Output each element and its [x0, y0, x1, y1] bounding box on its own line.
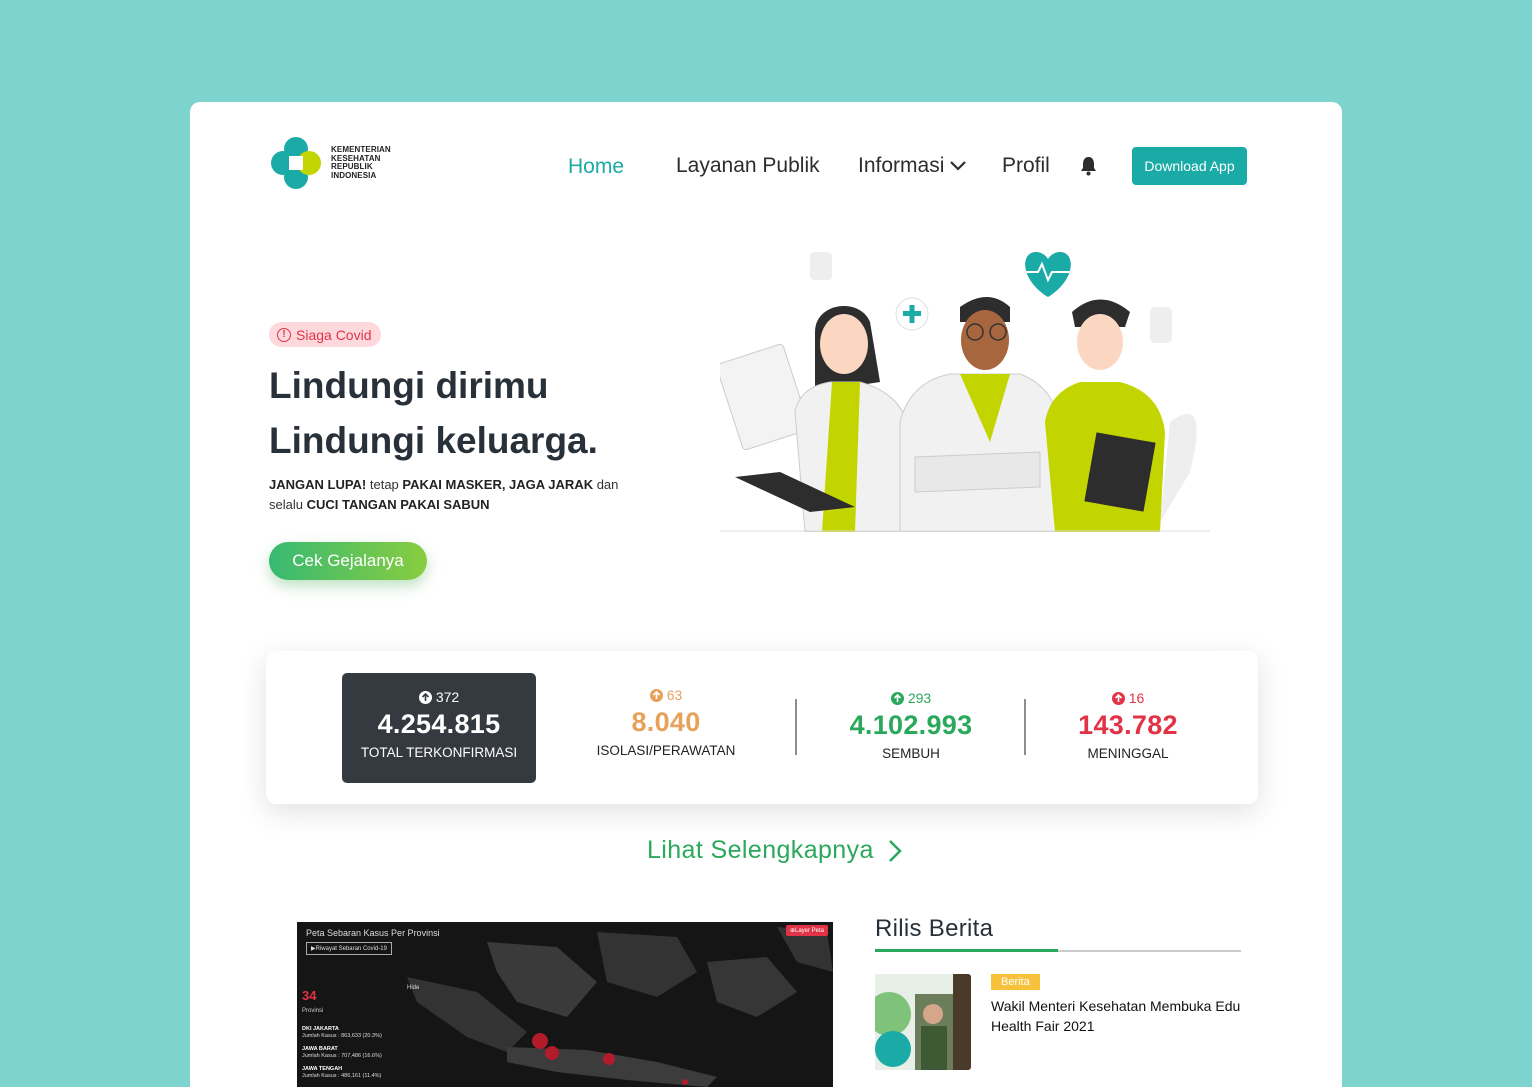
hero-title-line2: Lindungi keluarga.: [269, 420, 598, 461]
info-icon: !: [277, 327, 291, 342]
province-count: 34: [302, 988, 317, 1003]
arrow-up-icon: [1111, 691, 1125, 705]
layer-peta-button[interactable]: ⊕Layer Peta: [785, 925, 828, 936]
nav-informasi-label: Informasi: [858, 154, 945, 177]
stat-label: ISOLASI/PERAWATAN: [596, 743, 736, 758]
stat-divider: [795, 699, 797, 755]
stat-delta: 372: [342, 689, 536, 705]
stat-delta-value: 16: [1128, 690, 1145, 706]
province-name: JAWA TENGAH: [302, 1066, 343, 1072]
stat-meninggal: 16 143.782 MENINGGAL: [1058, 690, 1198, 761]
stat-delta: 293: [830, 690, 992, 706]
map-hide-toggle[interactable]: Hide: [407, 985, 419, 991]
arrow-up-icon: [418, 690, 432, 704]
stat-total-terkonfirmasi: 372 4.254.815 TOTAL TERKONFIRMASI: [342, 673, 536, 783]
hero-sub-bold: JANGAN LUPA!: [269, 477, 367, 492]
stat-value: 143.782: [1078, 710, 1178, 740]
stat-value: 4.102.993: [849, 710, 973, 740]
badge-label: Siaga Covid: [296, 326, 372, 343]
stat-value: 4.254.815: [377, 709, 501, 739]
stat-isolasi-perawatan: 63 8.040 ISOLASI/PERAWATAN: [576, 687, 756, 758]
covid-map[interactable]: Peta Sebaran Kasus Per Provinsi ▶Riwayat…: [297, 922, 833, 1087]
chevron-down-icon: [950, 161, 967, 171]
kemenkes-logo-icon: [271, 137, 321, 189]
province-label: Provinsi: [302, 1008, 324, 1014]
lihat-selengkapnya-label: Lihat Selengkapnya: [647, 836, 874, 864]
news-category-badge: Berita: [991, 974, 1040, 990]
hero-title-line1: Lindungi dirimu: [269, 365, 549, 406]
hero-sub-text: tetap: [366, 477, 403, 492]
news-headline-link[interactable]: Wakil Menteri Kesehatan Membuka Edu Heal…: [991, 996, 1247, 1036]
nav-profil[interactable]: Profil: [1002, 154, 1050, 178]
stat-delta-value: 293: [907, 690, 932, 706]
siaga-covid-badge: ! Siaga Covid: [269, 322, 381, 347]
province-cases: Jumlah Kasus : 486,161 (11.4%): [302, 1073, 382, 1079]
stat-sembuh: 293 4.102.993 SEMBUH: [830, 690, 992, 761]
province-name: JAWA BARAT: [302, 1046, 338, 1052]
hero-title: Lindungi dirimu Lindungi keluarga.: [269, 358, 598, 468]
nav-informasi[interactable]: Informasi: [858, 154, 967, 178]
province-name: DKI JAKARTA: [302, 1026, 339, 1032]
province-cases: Jumlah Kasus : 863,633 (20.3%): [302, 1033, 382, 1039]
stat-delta: 63: [576, 687, 756, 703]
chevron-right-icon: [888, 839, 902, 862]
doctors-illustration: [720, 252, 1210, 532]
arrow-up-icon: [890, 691, 904, 705]
nav-home[interactable]: Home: [568, 155, 624, 179]
stat-divider: [1024, 699, 1026, 755]
bell-icon[interactable]: [1079, 156, 1098, 176]
province-list: DKI JAKARTA Jumlah Kasus : 863,633 (20.3…: [302, 1026, 382, 1086]
kemenkes-logo[interactable]: KEMENTERIAN KESEHATAN REPUBLIK INDONESIA: [269, 136, 391, 190]
stat-label: MENINGGAL: [1087, 746, 1169, 761]
stat-value: 8.040: [631, 707, 701, 737]
nav-layanan-publik[interactable]: Layanan Publik: [676, 154, 820, 178]
lihat-selengkapnya-link[interactable]: Lihat Selengkapnya: [647, 836, 902, 865]
stat-label: SEMBUH: [882, 746, 940, 761]
hero-sub-bold: CUCI TANGAN PAKAI SABUN: [306, 497, 490, 512]
news-divider-accent: [875, 949, 1058, 952]
province-cases: Jumlah Kasus : 707,486 (16.6%): [302, 1053, 382, 1059]
hero-subtitle: JANGAN LUPA! tetap PAKAI MASKER, JAGA JA…: [269, 475, 649, 515]
news-photo: [875, 974, 971, 1070]
covid-stats-panel: 372 4.254.815 TOTAL TERKONFIRMASI 63 8.0…: [266, 651, 1258, 804]
cek-gejala-button[interactable]: Cek Gejalanya: [269, 542, 427, 580]
stat-delta-value: 63: [666, 687, 683, 703]
page-card: KEMENTERIAN KESEHATAN REPUBLIK INDONESIA…: [190, 102, 1342, 1087]
logo-line: INDONESIA: [331, 170, 377, 180]
logo-text: KEMENTERIAN KESEHATAN REPUBLIK INDONESIA: [331, 145, 391, 180]
stat-label: TOTAL TERKONFIRMASI: [360, 745, 518, 760]
download-app-button[interactable]: Download App: [1132, 147, 1247, 185]
arrow-up-icon: [649, 688, 663, 702]
map-title: Peta Sebaran Kasus Per Provinsi: [306, 928, 440, 938]
stat-delta: 16: [1058, 690, 1198, 706]
hero-sub-bold: PAKAI MASKER, JAGA JARAK: [402, 477, 594, 492]
riwayat-sebaran-button[interactable]: ▶Riwayat Sebaran Covid-19: [306, 942, 392, 955]
stat-delta-value: 372: [435, 689, 460, 705]
news-thumbnail[interactable]: [875, 974, 971, 1070]
rilis-berita-title: Rilis Berita: [875, 915, 994, 942]
